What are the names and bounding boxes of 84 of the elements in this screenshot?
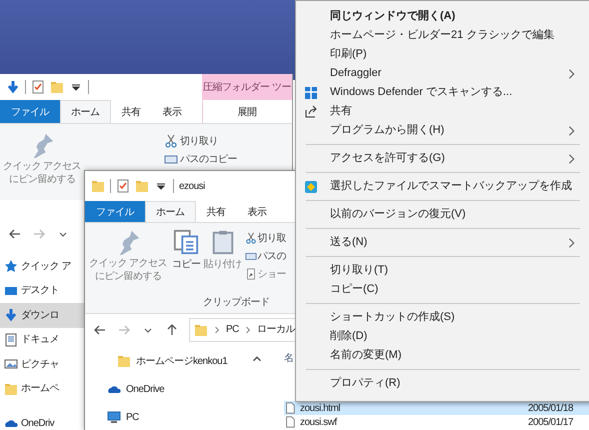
file-date: 2005/01/17	[528, 416, 574, 430]
ribbon-tab[interactable]: ファイル	[85, 201, 145, 222]
nav-item[interactable]: ホームペ	[0, 376, 84, 401]
ribbon-tab[interactable]: 展開	[202, 100, 292, 123]
ribbon-tab[interactable]: 共有	[196, 201, 236, 222]
menu-item[interactable]: 送る(N)	[296, 233, 589, 252]
menu-item[interactable]: 以前のバージョンの復元(V)	[296, 205, 589, 224]
contextual-tab-header: 圧縮フォルダー ツー	[202, 74, 292, 100]
folder-icon	[91, 179, 105, 193]
backup-icon	[304, 180, 318, 194]
up-arrow-icon	[165, 322, 179, 336]
computer-icon	[107, 410, 121, 424]
shortcut-icon	[244, 268, 256, 280]
window-title: ezousi	[179, 180, 205, 194]
star-icon	[4, 259, 18, 274]
pin-command[interactable]: クイック アクセス にピン留めする	[0, 132, 84, 200]
menu-item[interactable]: ショートカットの作成(S)	[296, 308, 589, 327]
file-row[interactable]: zousi.swf 2005/01/17	[284, 415, 589, 429]
file-icon	[284, 402, 296, 414]
download-icon	[6, 80, 20, 94]
ribbon-command[interactable]: ショー	[244, 265, 286, 283]
ribbon-group-label: クリップボード	[203, 296, 270, 310]
menu-item[interactable]: 印刷(P)	[296, 45, 589, 64]
file-name: zousi.swf	[300, 416, 338, 430]
menu-item[interactable]: Defraggler	[296, 64, 589, 83]
picture-icon	[4, 357, 18, 372]
breadcrumb[interactable]: ローカル	[256, 322, 295, 337]
nav-item[interactable]: PC	[85, 403, 284, 430]
nav-item[interactable]: ドキュメ	[0, 328, 84, 352]
share-icon	[304, 105, 318, 119]
ribbon-tab[interactable]: ホーム	[60, 100, 110, 123]
properties-icon	[116, 179, 130, 193]
ribbon-tab[interactable]: 表示	[152, 100, 192, 123]
menu-item[interactable]: ホームページ・ビルダー21 クラシックで編集	[296, 26, 589, 45]
menu-item[interactable]: コピー(C)	[296, 280, 589, 299]
ribbon-command[interactable]: パスのコピー	[164, 150, 237, 168]
folder-icon	[135, 179, 149, 193]
nav-item[interactable]: ピクチャ	[0, 352, 84, 376]
nav-item[interactable]: ダウンロ	[0, 303, 84, 328]
ribbon-command[interactable]: 切り取り	[164, 132, 237, 150]
file-name: zousi.html	[300, 402, 342, 416]
scissors-icon	[244, 232, 256, 244]
menu-item[interactable]: プログラムから開く(H)	[296, 121, 589, 140]
ribbon-tab[interactable]: 表示	[236, 201, 278, 222]
menu-item[interactable]: 選択したファイルでスマートバックアップを作成	[296, 177, 589, 196]
nav-item[interactable]: クイック ア	[0, 254, 84, 278]
nav-item[interactable]: OneDriv	[0, 411, 84, 430]
menu-item[interactable]: プロパティ(R)	[296, 374, 589, 393]
forward-arrow-icon	[32, 227, 46, 241]
menu-item[interactable]: 同じウィンドウで開く(A)	[296, 7, 589, 26]
column-header[interactable]: 名	[284, 351, 298, 366]
menu-item[interactable]: 切り取り(T)	[296, 261, 589, 280]
file-row[interactable]: zousi.html 2005/01/18	[284, 401, 589, 415]
file-date: 2005/01/18	[528, 402, 574, 416]
ribbon-command[interactable]: コピー	[172, 229, 200, 293]
ribbon-tab[interactable]: ファイル	[0, 100, 60, 123]
scissors-icon	[164, 134, 178, 148]
nav-item[interactable]: ホームページkenkou1	[85, 347, 284, 375]
folder-icon	[4, 382, 18, 396]
menu-item[interactable]: 名前の変更(M)	[296, 346, 589, 365]
forward-arrow-icon	[117, 322, 131, 336]
folder-icon	[117, 354, 131, 368]
menu-item[interactable]: アクセスを許可する(G)	[296, 149, 589, 168]
breadcrumb[interactable]: PC	[226, 322, 239, 337]
ribbon-command[interactable]: パスの	[244, 247, 286, 265]
copy-icon	[173, 229, 200, 255]
properties-icon	[31, 80, 45, 94]
back-arrow-icon	[8, 227, 22, 241]
menu-item[interactable]: 共有	[296, 102, 589, 121]
path-icon	[244, 250, 256, 262]
ribbon-tab[interactable]: 共有	[110, 100, 152, 123]
folder-icon	[50, 80, 64, 94]
menu-item[interactable]: 削除(D)	[296, 327, 589, 346]
ribbon-tab[interactable]: ホーム	[145, 201, 196, 222]
menu-item[interactable]: Windows Defender でスキャンする...	[296, 83, 589, 102]
ribbon-command[interactable]: 貼り付け	[204, 229, 242, 293]
nav-item[interactable]: デスクト	[0, 278, 84, 303]
back-arrow-icon	[93, 322, 107, 336]
pin-command[interactable]: クイック アクセス にピン留めする	[87, 229, 169, 293]
nav-item[interactable]: OneDrive	[85, 375, 284, 403]
download-icon	[4, 308, 18, 322]
ribbon-command[interactable]: 切り取	[244, 229, 286, 247]
document-icon	[4, 332, 18, 347]
folder-icon	[194, 322, 208, 336]
